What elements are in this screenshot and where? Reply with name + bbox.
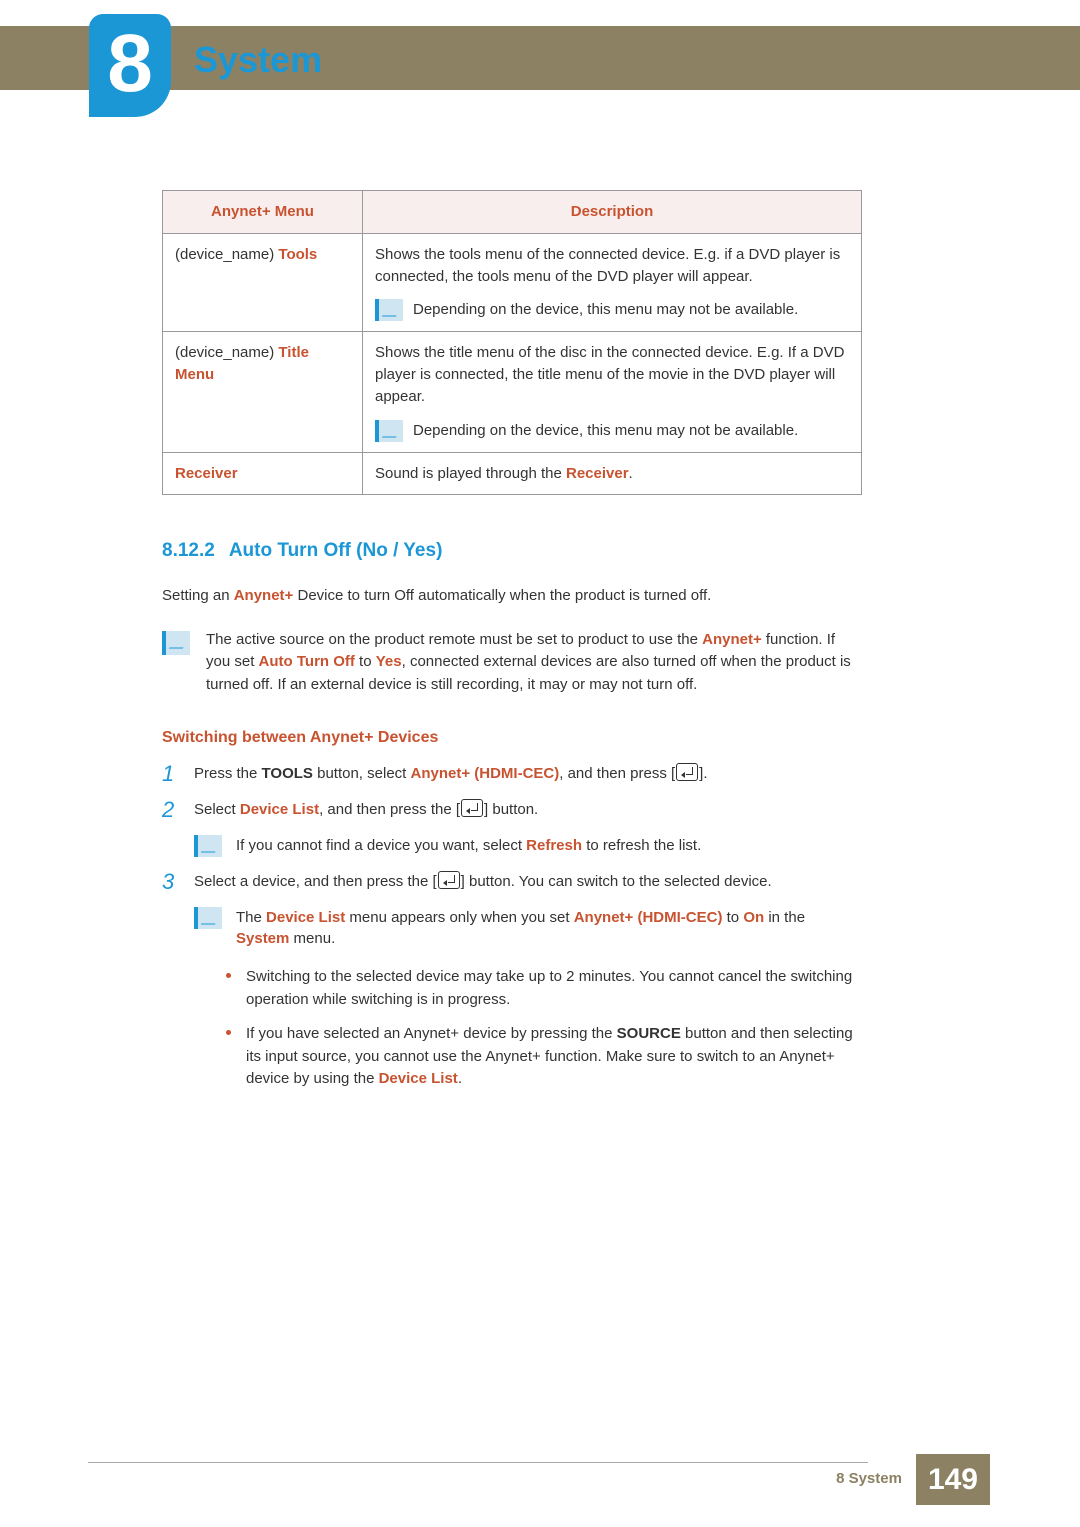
col-header-menu: Anynet+ Menu <box>163 191 363 234</box>
enter-button-icon <box>676 763 698 781</box>
list-item: 3 Select a device, and then press the []… <box>162 871 862 1091</box>
row-desc-highlight: Receiver <box>566 465 629 482</box>
row-desc: Sound is played through the <box>375 465 566 482</box>
section-title: Auto Turn Off (No / Yes) <box>229 540 443 561</box>
enter-button-icon <box>438 871 460 889</box>
list-item: Switching to the selected device may tak… <box>224 966 862 1011</box>
row-label-highlight: Receiver <box>175 465 238 482</box>
section-intro: Setting an Anynet+ Device to turn Off au… <box>162 585 862 607</box>
footer-rule <box>88 1462 868 1463</box>
footer: 8 System 149 <box>836 1454 990 1506</box>
row-label-highlight: Tools <box>278 246 317 263</box>
page-number: 149 <box>916 1454 990 1506</box>
row-label-prefix: (device_name) <box>175 246 278 263</box>
section-heading: 8.12.2 Auto Turn Off (No / Yes) <box>162 537 862 565</box>
table-header-row: Anynet+ Menu Description <box>163 191 862 234</box>
row-desc: Shows the title menu of the disc in the … <box>375 342 849 407</box>
note-icon <box>375 420 403 442</box>
note-icon <box>162 631 190 655</box>
col-header-desc: Description <box>363 191 862 234</box>
step-number: 1 <box>162 763 180 785</box>
table-row: (device_name) Tools Shows the tools menu… <box>163 233 862 332</box>
row-note: Depending on the device, this menu may n… <box>413 299 798 321</box>
enter-button-icon <box>461 799 483 817</box>
section-number: 8.12.2 <box>162 540 215 561</box>
subsection-heading: Switching between Anynet+ Devices <box>162 726 862 749</box>
list-item: If you have selected an Anynet+ device b… <box>224 1023 862 1091</box>
list-item: 1 Press the TOOLS button, select Anynet+… <box>162 763 862 785</box>
note-icon <box>375 299 403 321</box>
step-number: 3 <box>162 871 180 893</box>
row-desc: Shows the tools menu of the connected de… <box>375 244 849 288</box>
chapter-number: 8 <box>107 23 153 105</box>
row-note: Depending on the device, this menu may n… <box>413 420 798 442</box>
step-number: 2 <box>162 799 180 821</box>
anynet-menu-table: Anynet+ Menu Description (device_name) T… <box>162 190 862 495</box>
chapter-title: System <box>194 34 322 86</box>
table-row: (device_name) Title Menu Shows the title… <box>163 332 862 452</box>
row-desc: . <box>629 465 633 482</box>
chapter-number-badge: 8 <box>89 14 171 117</box>
steps-list: 1 Press the TOOLS button, select Anynet+… <box>162 763 862 1091</box>
list-item: 2 Select Device List, and then press the… <box>162 799 862 857</box>
row-label-prefix: (device_name) <box>175 344 278 361</box>
note-icon <box>194 835 222 857</box>
note-icon <box>194 907 222 929</box>
table-row: Receiver Sound is played through the Rec… <box>163 452 862 495</box>
footer-breadcrumb: 8 System <box>836 1468 902 1490</box>
section-note: The active source on the product remote … <box>162 629 862 697</box>
